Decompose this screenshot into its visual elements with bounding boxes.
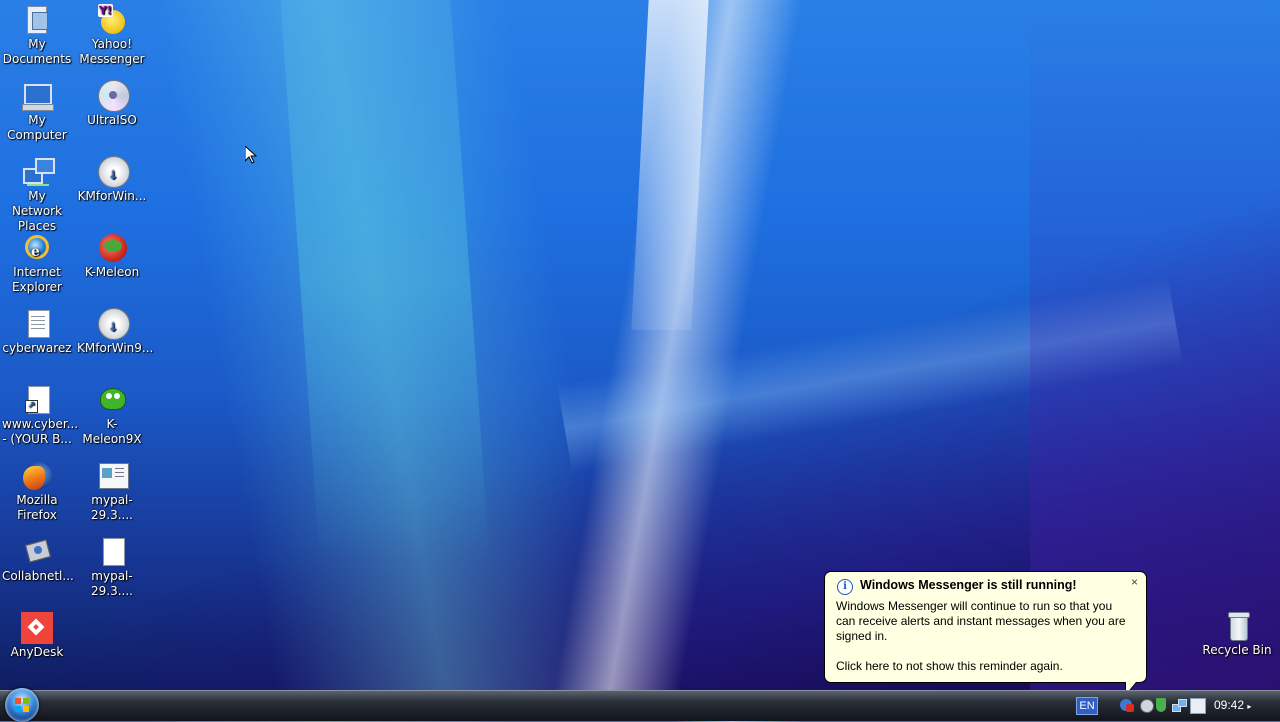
k-meleon-icon (96, 232, 128, 264)
icon-label: cyberwarez (2, 341, 72, 355)
icon-label: My Documents (2, 37, 72, 66)
desktop-icon-collabnet[interactable]: Collabnetl... (2, 536, 74, 584)
k-meleon-9x-icon (96, 384, 128, 416)
desktop-icon-firefox[interactable]: Mozilla Firefox (2, 460, 72, 523)
installer-disc-icon: ↓ (96, 308, 130, 340)
collabnet-icon (21, 536, 53, 568)
desktop-icon-k-meleon[interactable]: K-Meleon (77, 232, 147, 280)
text-file-icon (21, 308, 53, 340)
desktop-icon-kmforwin9[interactable]: ↓ KMforWin9... (77, 308, 154, 356)
mouse-cursor-icon (245, 146, 257, 164)
my-documents-icon (21, 4, 53, 36)
desktop-icon-internet-explorer[interactable]: e Internet Explorer (2, 232, 72, 295)
icon-label: My Network Places (11, 189, 63, 233)
desktop-icon-my-documents[interactable]: My Documents (2, 4, 72, 67)
yahoo-messenger-icon: Y! (96, 4, 128, 36)
desktop-icon-recycle-bin[interactable]: Recycle Bin (1202, 610, 1272, 658)
internet-explorer-icon: e (21, 232, 53, 264)
messenger-tray-icon[interactable] (1120, 699, 1134, 712)
icon-label: KMforWin... (77, 189, 147, 203)
anydesk-icon (21, 612, 53, 644)
icon-label: KMforWin9... (77, 341, 154, 355)
close-icon[interactable]: × (1131, 575, 1138, 589)
icon-label: My Computer (7, 113, 67, 142)
desktop-icon-kmforwin[interactable]: ↓ KMforWin... (77, 156, 147, 204)
icon-label: www.cyber... - (YOUR B... (2, 417, 79, 446)
taskbar: EN 09:42 ▸ (0, 688, 1280, 722)
icon-label: mypal-29.3.... (91, 569, 133, 598)
desktop-icon-mypal-file[interactable]: mypal-29.3.... (77, 536, 147, 599)
desktop-icon-network-places[interactable]: My Network Places (2, 156, 72, 234)
firefox-icon (21, 460, 53, 492)
icon-label: Yahoo! Messenger (79, 37, 145, 66)
network-tray-icon[interactable] (1172, 699, 1187, 712)
notification-title: Windows Messenger is still running! (860, 578, 1077, 592)
dont-show-reminder-link[interactable]: Click here to not show this reminder aga… (836, 659, 1134, 674)
mypal-window-icon (96, 460, 129, 492)
desktop-icon-yahoo-messenger[interactable]: Y! Yahoo! Messenger (77, 4, 147, 67)
status-tray-icon[interactable] (1140, 699, 1154, 713)
desktop-icon-mypal-window[interactable]: mypal-29.3.... (77, 460, 147, 523)
icon-label: Mozilla Firefox (16, 493, 58, 522)
input-method-tray-icon[interactable] (1190, 698, 1206, 714)
recycle-bin-icon (1221, 610, 1253, 642)
shield-tray-icon[interactable] (1156, 698, 1166, 712)
windows-logo-icon (15, 698, 29, 712)
icon-label: AnyDesk (10, 645, 64, 659)
icon-label: K-Meleon9X (82, 417, 142, 446)
desktop-icon-ultraiso[interactable]: UltraISO (77, 80, 147, 128)
desktop-icon-my-computer[interactable]: My Computer (2, 80, 72, 143)
icon-label: Recycle Bin (1202, 643, 1272, 657)
ultraiso-disc-icon (96, 80, 130, 112)
installer-disc-icon: ↓ (96, 156, 130, 188)
my-computer-icon (21, 80, 54, 112)
desktop-icon-cyberwarez[interactable]: cyberwarez (2, 308, 72, 356)
info-icon: i (837, 579, 853, 595)
blank-file-icon (96, 536, 128, 568)
icon-label: Collabnetl... (2, 569, 74, 583)
icon-label: Internet Explorer (12, 265, 62, 294)
icon-label: UltraISO (87, 113, 137, 127)
icon-label: mypal-29.3.... (91, 493, 133, 522)
notification-body: Windows Messenger will continue to run s… (836, 599, 1126, 643)
desktop-icon-anydesk[interactable]: AnyDesk (2, 612, 72, 660)
desktop-icon-k-meleon9x[interactable]: K-Meleon9X (77, 384, 147, 447)
clock[interactable]: 09:42 ▸ (1214, 698, 1251, 712)
windows-messenger-notification[interactable]: i Windows Messenger is still running! × … (824, 571, 1147, 683)
clock-arrow-icon: ▸ (1247, 702, 1252, 711)
desktop-icon-cyber-shortcut[interactable]: ↗ www.cyber... - (YOUR B... (2, 384, 79, 447)
clock-time: 09:42 (1214, 698, 1245, 712)
icon-label: K-Meleon (84, 265, 140, 279)
network-places-icon (21, 156, 55, 188)
shortcut-file-icon: ↗ (21, 384, 53, 416)
system-tray: 09:42 ▸ (1070, 691, 1280, 721)
start-button[interactable] (5, 688, 39, 722)
